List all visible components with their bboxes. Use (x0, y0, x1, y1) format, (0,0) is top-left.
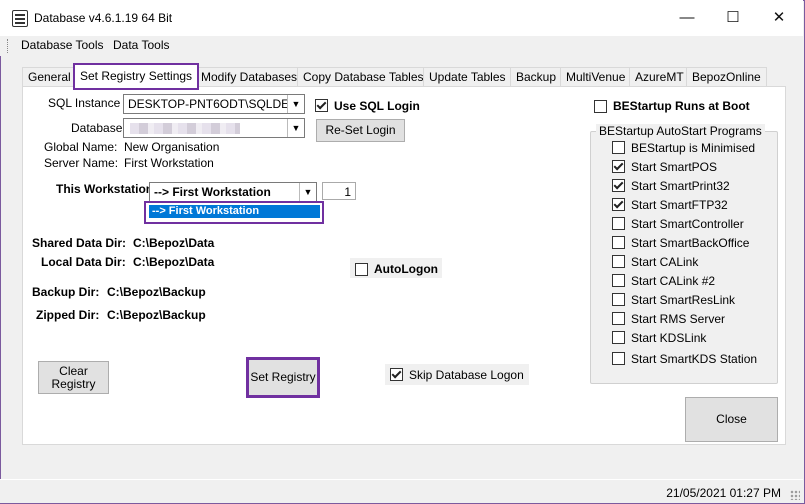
close-window-button[interactable]: ✕ (756, 0, 802, 36)
shared-dir-value: C:\Bepoz\Data (133, 236, 215, 250)
tab-bepozonline[interactable]: BepozOnline (686, 67, 767, 86)
close-button[interactable]: Close (685, 397, 778, 442)
sql-instance-combo[interactable]: DESKTOP-PNT6ODT\SQLDE ▼ (123, 94, 305, 114)
program-checkbox-smartpos[interactable] (612, 160, 625, 173)
program-label: BEStartup is Minimised (631, 141, 756, 155)
backup-dir-label: Backup Dir: (32, 285, 100, 299)
menu-data-tools[interactable]: Data Tools (113, 38, 169, 52)
menu-database-tools[interactable]: Database Tools (21, 38, 104, 52)
program-label: Start SmartPOS (631, 160, 718, 174)
autostart-group-title: BEStartup AutoStart Programs (596, 124, 765, 138)
sql-instance-value: DESKTOP-PNT6ODT\SQLDE (128, 97, 290, 111)
program-checkbox-rms-server[interactable] (612, 312, 625, 325)
program-label: Start CALink #2 (631, 274, 716, 288)
program-label: Start CALink (631, 255, 699, 269)
program-label: Start KDSLink (631, 331, 707, 345)
window-title: Database v4.6.1.19 64 Bit (34, 11, 173, 25)
runs-at-boot-label: BEStartup Runs at Boot (613, 99, 750, 113)
tab-update-tables[interactable]: Update Tables (423, 67, 512, 86)
use-sql-login-label: Use SQL Login (334, 99, 420, 113)
program-label: Start SmartBackOffice (631, 236, 750, 250)
program-checkbox-smartprint32[interactable] (612, 179, 625, 192)
menu-grip (7, 39, 10, 53)
program-checkbox-calink[interactable] (612, 255, 625, 268)
sql-instance-label: SQL Instance : (48, 96, 127, 110)
workstation-number-field[interactable]: 1 (322, 182, 356, 200)
program-label: Start SmartKDS Station (631, 352, 758, 366)
tab-azuremt[interactable]: AzureMT (629, 67, 690, 86)
database-label: Database: (71, 121, 126, 135)
global-name-label: Global Name: (44, 140, 118, 154)
program-label: Start SmartResLink (631, 293, 736, 307)
workstation-combo[interactable]: --> First Workstation ▼ (149, 182, 317, 202)
reset-login-button[interactable]: Re-Set Login (316, 119, 405, 142)
tab-copy-database-tables[interactable]: Copy Database Tables (297, 67, 430, 86)
server-name-value: First Workstation (124, 156, 214, 170)
skip-db-logon-label: Skip Database Logon (409, 368, 524, 382)
global-name-value: New Organisation (124, 140, 220, 154)
program-label: Start SmartPrint32 (631, 179, 730, 193)
runs-at-boot-checkbox[interactable] (594, 100, 607, 113)
clear-registry-button[interactable]: Clear Registry (38, 361, 109, 394)
use-sql-login-checkbox[interactable] (315, 99, 328, 112)
workstation-value: --> First Workstation (154, 185, 271, 199)
zipped-dir-value: C:\Bepoz\Backup (107, 308, 206, 322)
skip-db-logon-checkbox[interactable] (390, 368, 403, 381)
program-checkbox-smartbackoffice[interactable] (612, 236, 625, 249)
program-label: Start SmartFTP32 (631, 198, 728, 212)
resize-grip-icon[interactable] (790, 490, 800, 500)
dropdown-option-first-workstation[interactable]: --> First Workstation (149, 205, 320, 218)
shared-dir-label: Shared Data Dir: (32, 236, 127, 250)
status-datetime: 21/05/2021 01:27 PM (666, 486, 781, 500)
tab-modify-databases[interactable]: Modify Databases (195, 67, 304, 86)
backup-dir-value: C:\Bepoz\Backup (107, 285, 206, 299)
chevron-down-icon[interactable]: ▼ (287, 119, 304, 137)
workstation-dropdown-list[interactable]: --> First Workstation (144, 201, 324, 224)
server-name-label: Server Name: (44, 156, 119, 170)
program-checkbox-kdslink[interactable] (612, 331, 625, 344)
tab-general[interactable]: General (22, 67, 77, 86)
chevron-down-icon[interactable]: ▼ (287, 95, 304, 113)
title-bar: Database v4.6.1.19 64 Bit — ☐ ✕ (0, 0, 803, 36)
program-checkbox-calink-2[interactable] (612, 274, 625, 287)
chevron-down-icon[interactable]: ▼ (299, 183, 316, 201)
autologon-label: AutoLogon (374, 262, 438, 276)
menu-bar: Database Tools Data Tools (0, 36, 803, 56)
database-combo[interactable]: ▼ (123, 118, 305, 138)
status-bar: 21/05/2021 01:27 PM (0, 479, 803, 503)
minimize-button[interactable]: — (664, 0, 710, 36)
zipped-dir-label: Zipped Dir: (36, 308, 100, 322)
program-checkbox-smartcontroller[interactable] (612, 217, 625, 230)
autologon-checkbox[interactable] (355, 263, 368, 276)
program-checkbox-smartreslink[interactable] (612, 293, 625, 306)
maximize-button[interactable]: ☐ (710, 0, 756, 36)
redacted-database-name (130, 123, 240, 134)
tab-backup[interactable]: Backup (510, 67, 563, 86)
tab-set-registry-settings[interactable]: Set Registry Settings (73, 63, 200, 90)
program-checkbox-bestartup-minimised[interactable] (612, 141, 625, 154)
program-label: Start RMS Server (631, 312, 726, 326)
program-label: Start SmartController (631, 217, 744, 231)
program-checkbox-smartkds-station[interactable] (612, 352, 625, 365)
this-workstation-label: This Workstation: (56, 182, 158, 196)
local-dir-label: Local Data Dir: (41, 255, 126, 269)
program-checkbox-smartftp32[interactable] (612, 198, 625, 211)
local-dir-value: C:\Bepoz\Data (133, 255, 215, 269)
database-app-icon (12, 10, 28, 27)
tab-multivenue[interactable]: MultiVenue (560, 67, 632, 86)
set-registry-button[interactable]: Set Registry (246, 357, 320, 398)
